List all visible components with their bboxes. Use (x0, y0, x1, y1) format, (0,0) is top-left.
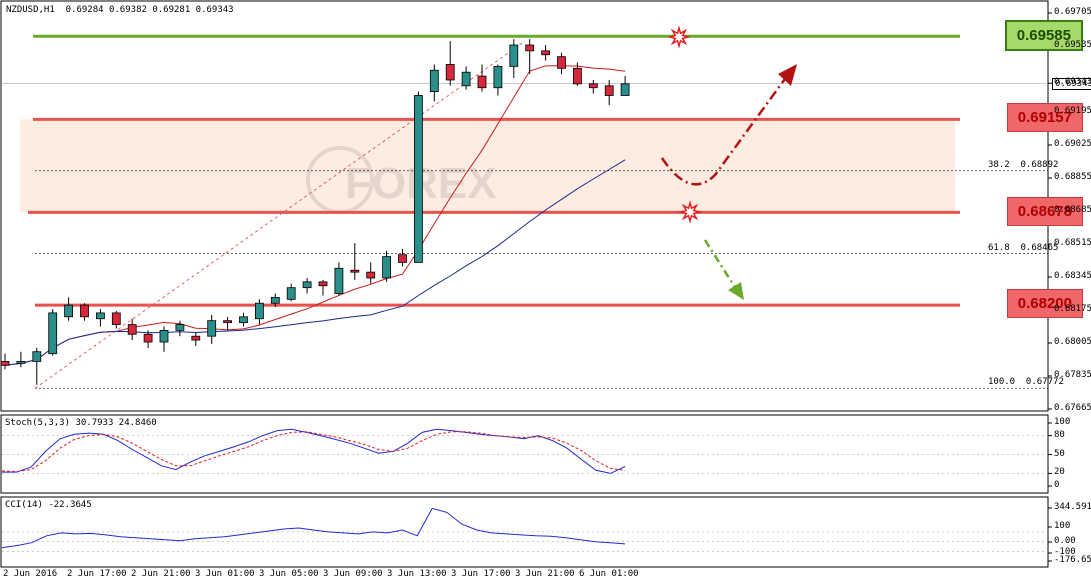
candle-body (413, 95, 423, 263)
candle-body (318, 281, 328, 287)
cci-label: CCI(14) -22.3645 (5, 500, 92, 510)
time-tick-9: 6 Jun 01:00 (579, 569, 639, 579)
price-tick-2: 0.69343 (1054, 77, 1091, 88)
star-marker (678, 200, 702, 224)
candle-body (16, 361, 26, 364)
price-tick-9: 0.68175 (1054, 304, 1091, 314)
fib-38-label: 38.2 0.68892 (988, 160, 1059, 170)
price-tick-6: 0.68685 (1054, 205, 1091, 215)
candle-body (80, 304, 89, 318)
candle-body (493, 65, 503, 89)
price-tick-3: 0.69195 (1054, 106, 1091, 116)
chart-svg: FOREX (0, 0, 1052, 568)
time-tick-5: 3 Jun 09:00 (323, 569, 383, 579)
time-tick-4: 3 Jun 05:00 (259, 569, 319, 579)
candle-body (0, 361, 10, 366)
candle-body (382, 256, 392, 279)
price-tick-1: 0.69535 (1054, 40, 1091, 50)
candle-body (366, 271, 376, 279)
candle-body (541, 50, 550, 56)
candle-body (604, 85, 614, 96)
stoch-tick-1: 80 (1054, 429, 1065, 440)
time-tick-1: 2 Jun 17:00 (67, 569, 127, 579)
candle-body (334, 267, 344, 294)
price-tick-0: 0.69705 (1054, 7, 1091, 17)
fib-100-label: 100.0 0.67772 (988, 377, 1064, 387)
stoch-tick-2: 50 (1054, 448, 1065, 459)
candle-body (175, 324, 185, 331)
candle-body (620, 83, 630, 96)
time-tick-8: 3 Jun 21:00 (515, 569, 575, 579)
candle-body (302, 281, 312, 289)
star-marker (667, 25, 691, 49)
time-tick-2: 2 Jun 21:00 (131, 569, 191, 579)
fib-61-label: 61.8 0.68465 (988, 243, 1059, 253)
stoch-tick-0: 100 (1054, 417, 1071, 427)
cci-tick-2: 0.00 (1054, 536, 1076, 546)
ohlc-label: 0.69284 0.69382 0.69281 0.69343 (65, 5, 234, 15)
stoch-tick-4: 0 (1054, 480, 1060, 490)
candle-body (64, 304, 73, 318)
candle-body (254, 302, 264, 320)
price-tick-7: 0.68515 (1054, 238, 1091, 248)
candle-body (477, 75, 487, 89)
candle-body (557, 56, 566, 69)
candle-body (286, 287, 296, 300)
candle-body (239, 316, 248, 324)
candle-body (461, 71, 471, 87)
time-tick-0: 2 Jun 2016 (3, 569, 58, 579)
candle-body (143, 333, 153, 343)
cci-tick-1: 100 (1054, 521, 1071, 531)
cci-tick-4: -176.653 (1054, 555, 1091, 565)
candle-body (191, 335, 201, 341)
candle-body (525, 44, 535, 52)
stoch-label: Stoch(5,3,3) 30.7933 24.8460 (5, 418, 157, 428)
candle-body (445, 64, 455, 81)
time-tick-3: 3 Jun 01:00 (195, 569, 255, 579)
candle-body (207, 320, 217, 337)
symbol-label: NZDUSD,H1 (6, 5, 55, 15)
price-tick-10: 0.68005 (1054, 337, 1091, 347)
candle-body (398, 254, 407, 263)
candle-body (32, 351, 42, 362)
price-tick-5: 0.68855 (1054, 172, 1091, 182)
candle-body (111, 312, 121, 325)
time-tick-6: 3 Jun 13:00 (387, 569, 447, 579)
stoch-tick-3: 20 (1054, 467, 1065, 478)
candle-body (96, 312, 105, 320)
cci-tick-0: 344.5911 (1054, 502, 1091, 512)
time-tick-7: 3 Jun 17:00 (451, 569, 511, 579)
candle-body (223, 320, 233, 324)
price-tick-8: 0.68345 (1054, 271, 1091, 281)
candle-body (509, 44, 519, 67)
price-tick-11: 0.67835 (1054, 370, 1091, 380)
stoch-panel (0, 414, 1049, 494)
price-tick-12: 0.67665 (1054, 403, 1091, 413)
candle-body (588, 83, 598, 89)
candle-body (159, 329, 169, 343)
candle-body (270, 296, 280, 304)
candle-body (350, 269, 360, 273)
candle-body (429, 69, 439, 93)
candle-body (573, 67, 582, 85)
candle-body (127, 324, 137, 335)
price-tick-4: 0.69025 (1054, 139, 1091, 149)
candle-body (48, 312, 58, 355)
